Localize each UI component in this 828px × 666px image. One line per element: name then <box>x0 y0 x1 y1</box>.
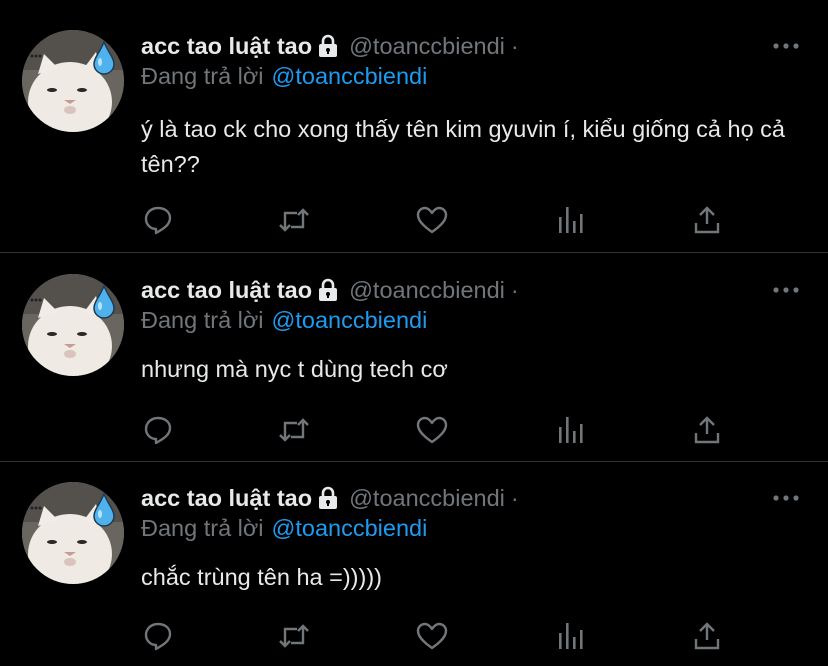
reply-prefix: Đang trả lời <box>141 62 264 89</box>
lock-icon <box>317 278 339 302</box>
share-icon[interactable] <box>689 412 725 448</box>
display-name[interactable]: acc tao luật tao <box>141 485 312 512</box>
like-icon[interactable] <box>414 412 450 448</box>
separator: · <box>510 276 519 303</box>
handle[interactable]: @toanccbiendi <box>349 277 505 304</box>
more-icon[interactable] <box>772 36 800 56</box>
reply-prefix: Đang trả lời <box>141 514 264 541</box>
like-icon[interactable] <box>414 202 450 238</box>
reply-icon[interactable] <box>140 202 176 238</box>
tweet-header: acc tao luật tao @toanccbiendi · <box>141 274 519 306</box>
reply-icon[interactable] <box>140 412 176 448</box>
more-icon[interactable] <box>772 488 800 508</box>
display-name[interactable]: acc tao luật tao <box>141 33 312 60</box>
reply-mention-link[interactable]: @toanccbiendi <box>272 63 428 90</box>
avatar[interactable] <box>22 482 124 584</box>
action-bar <box>0 202 828 238</box>
handle[interactable]: @toanccbiendi <box>349 485 505 512</box>
tweet-header: acc tao luật tao @toanccbiendi · <box>141 30 519 62</box>
avatar[interactable] <box>22 30 124 132</box>
display-name[interactable]: acc tao luật tao <box>141 277 312 304</box>
analytics-icon[interactable] <box>552 202 588 238</box>
tweet-1[interactable]: acc tao luật tao @toanccbiendi · Đang tr… <box>0 30 828 252</box>
reply-context: Đang trả lời @toanccbiendi <box>141 60 427 92</box>
divider <box>0 252 828 253</box>
tweet-3[interactable]: acc tao luật tao @toanccbiendi · Đang tr… <box>0 482 828 666</box>
share-icon[interactable] <box>689 202 725 238</box>
reply-prefix: Đang trả lời <box>141 306 264 333</box>
lock-icon <box>317 34 339 58</box>
share-icon[interactable] <box>689 618 725 654</box>
tweet-text: chắc trùng tên ha =))))) <box>141 564 382 590</box>
analytics-icon[interactable] <box>552 618 588 654</box>
retweet-icon[interactable] <box>276 202 312 238</box>
reply-mention-link[interactable]: @toanccbiendi <box>272 307 428 334</box>
analytics-icon[interactable] <box>552 412 588 448</box>
avatar[interactable] <box>22 274 124 376</box>
retweet-icon[interactable] <box>276 618 312 654</box>
action-bar <box>0 618 828 654</box>
reply-context: Đang trả lời @toanccbiendi <box>141 304 427 336</box>
reply-icon[interactable] <box>140 618 176 654</box>
like-icon[interactable] <box>414 618 450 654</box>
more-icon[interactable] <box>772 280 800 300</box>
tweet-2[interactable]: acc tao luật tao @toanccbiendi · Đang tr… <box>0 274 828 460</box>
reply-mention-link[interactable]: @toanccbiendi <box>272 515 428 542</box>
handle[interactable]: @toanccbiendi <box>349 33 505 60</box>
divider <box>0 461 828 462</box>
reply-context: Đang trả lời @toanccbiendi <box>141 512 427 544</box>
separator: · <box>510 484 519 511</box>
lock-icon <box>317 486 339 510</box>
tweet-text: nhưng mà nyc t dùng tech cơ <box>141 356 448 382</box>
action-bar <box>0 412 828 448</box>
retweet-icon[interactable] <box>276 412 312 448</box>
tweet-feed: acc tao luật tao @toanccbiendi · Đang tr… <box>0 0 828 666</box>
tweet-header: acc tao luật tao @toanccbiendi · <box>141 482 519 514</box>
separator: · <box>510 32 519 59</box>
tweet-text: ý là tao ck cho xong thấy tên kim gyuvin… <box>141 116 786 177</box>
